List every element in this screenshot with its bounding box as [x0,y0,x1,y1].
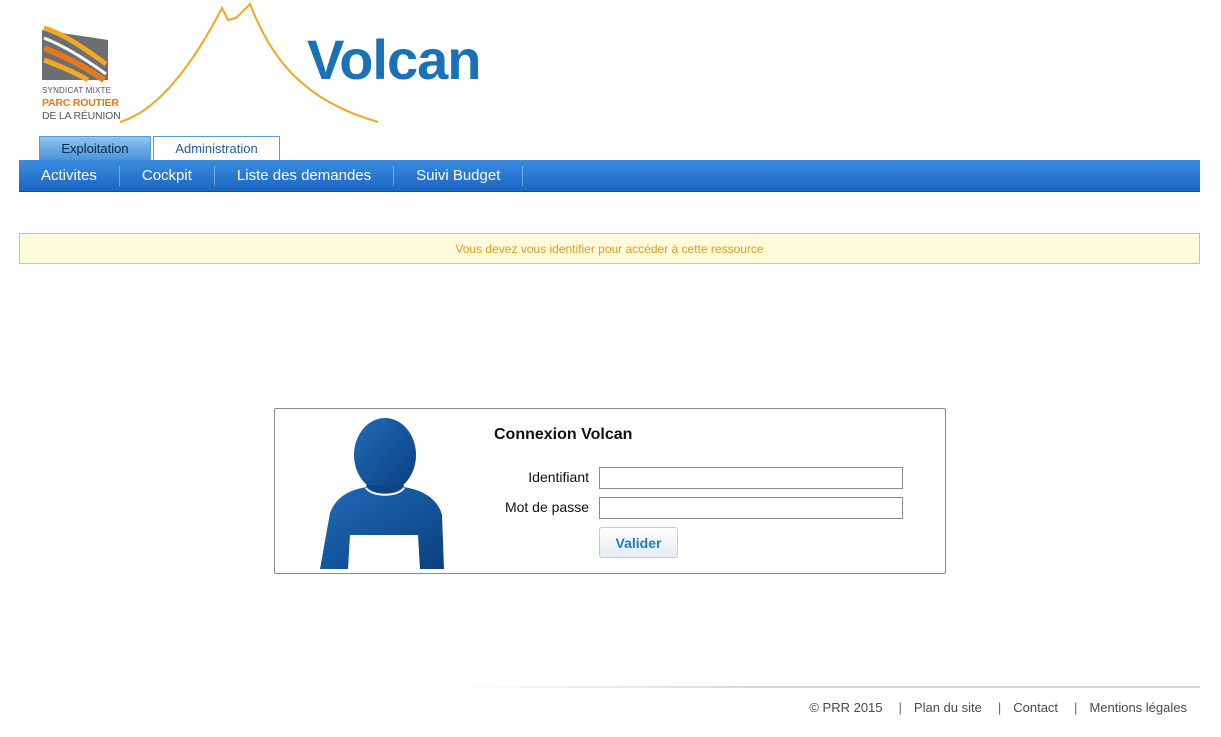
nav-item-liste-des-demandes[interactable]: Liste des demandes [215,165,395,186]
login-title: Connexion Volcan [494,426,633,443]
username-label: Identifiant [528,469,589,485]
footer-separator: | [898,700,902,715]
org-line-1: SYNDICAT MIXTE [42,86,112,95]
header-logo: SYNDICAT MIXTE PARC ROUTIER DE LA RÉUNIO… [0,0,520,134]
main-nav: Activites Cockpit Liste des demandes Sui… [19,160,1200,192]
footer-link-mentions-legales[interactable]: Mentions légales [1089,700,1187,715]
auth-required-alert: Vous devez vous identifier pour accéder … [19,233,1200,264]
org-line-3: DE LA RÉUNION [42,110,121,122]
module-tabs: Exploitation Administration [39,136,280,160]
password-label: Mot de passe [504,499,589,515]
password-input[interactable] [599,497,903,519]
copyright: © PRR 2015 [809,700,883,715]
app-title: Volcan [307,28,481,91]
footer-link-plan-du-site[interactable]: Plan du site [914,700,982,715]
nav-item-activites[interactable]: Activites [19,165,120,186]
tab-administration[interactable]: Administration [153,136,280,160]
nav-item-cockpit[interactable]: Cockpit [120,165,215,186]
nav-item-suivi-budget[interactable]: Suivi Budget [394,165,524,186]
footer-link-contact[interactable]: Contact [1013,700,1058,715]
user-silhouette-icon [320,418,444,569]
footer: © PRR 2015 | Plan du site | Contact | Me… [809,700,1187,715]
footer-divider [455,686,1200,688]
submit-button[interactable]: Valider [599,527,678,558]
username-input[interactable] [599,467,903,489]
footer-separator: | [997,700,1002,715]
login-panel: Connexion Volcan Identifiant Mot de pass… [274,408,946,574]
footer-separator: | [1074,700,1078,715]
tab-exploitation[interactable]: Exploitation [39,136,151,160]
org-line-2: PARC ROUTIER [42,97,119,109]
